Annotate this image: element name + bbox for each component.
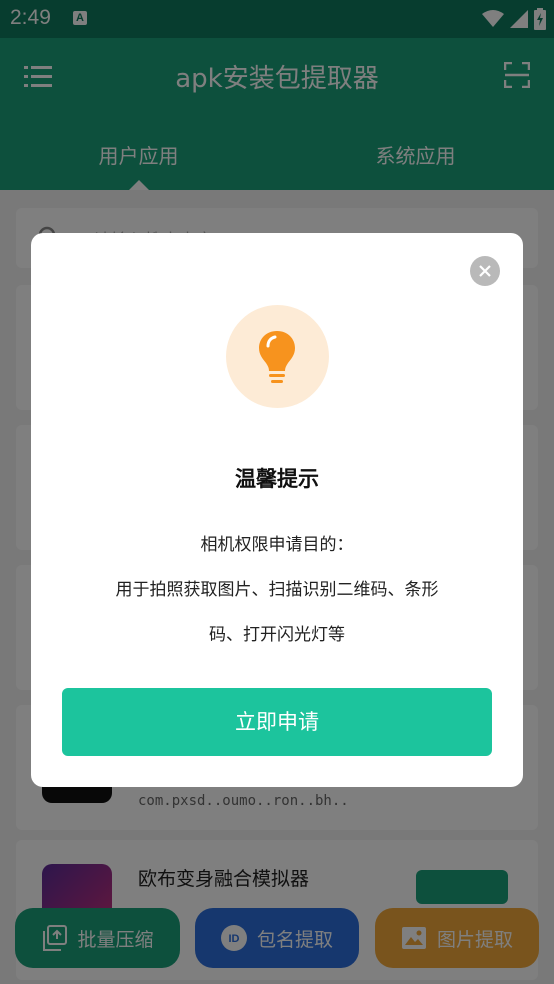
dialog-body-line: 码、打开闪光灯等 (209, 625, 345, 645)
lightbulb-icon (259, 331, 295, 383)
dialog-body-line: 相机权限申请目的： (200, 535, 354, 555)
close-button[interactable] (470, 256, 500, 286)
apply-now-button[interactable]: 立即申请 (62, 688, 492, 756)
dialog-body: 相机权限申请目的： 用于拍照获取图片、扫描识别二维码、条形 码、打开闪光灯等 (71, 523, 483, 658)
dialog-body-line: 用于拍照获取图片、扫描识别二维码、条形 (115, 580, 439, 600)
lightbulb-badge (226, 305, 329, 408)
dialog-title: 温馨提示 (235, 467, 319, 491)
close-icon (479, 265, 491, 277)
permission-dialog: 温馨提示 相机权限申请目的： 用于拍照获取图片、扫描识别二维码、条形 码、打开闪… (31, 233, 523, 787)
